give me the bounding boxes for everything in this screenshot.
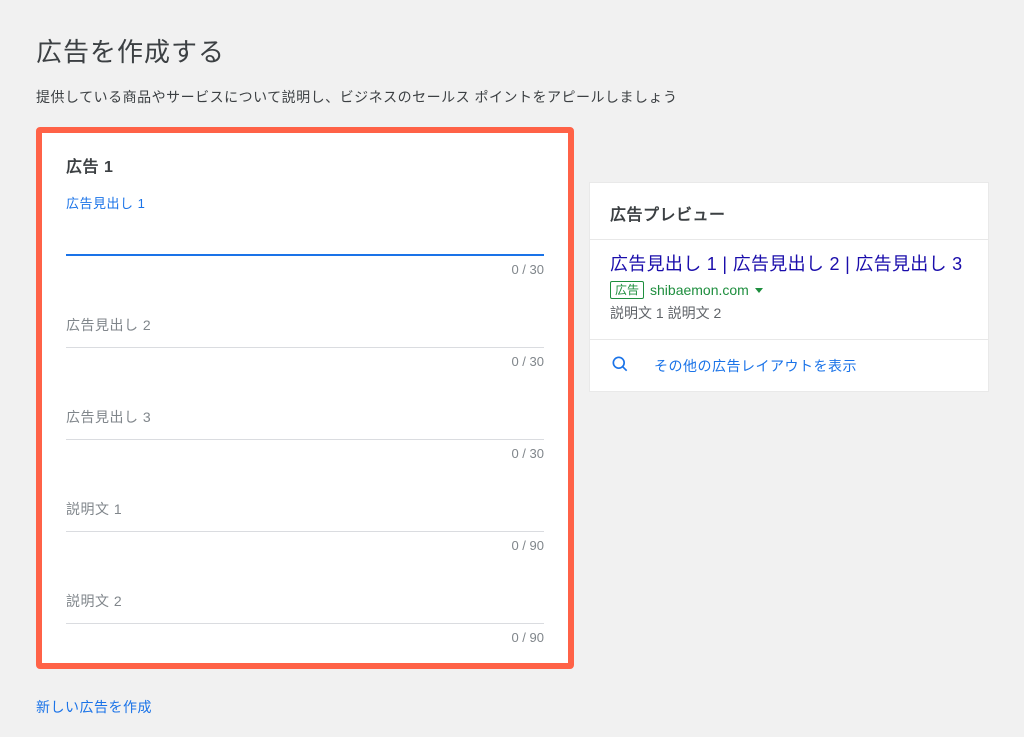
field-description-2[interactable]: 説明文 2 0 / 90: [66, 573, 544, 645]
field-headline-3[interactable]: 広告見出し 3 0 / 30: [66, 389, 544, 461]
headline-2-counter: 0 / 30: [66, 354, 544, 369]
field-headline-2[interactable]: 広告見出し 2 0 / 30: [66, 297, 544, 369]
field-headline-1[interactable]: 広告見出し 1 0 / 30: [66, 193, 544, 277]
preview-url-row: 広告 shibaemon.com: [610, 281, 968, 299]
field-description-1[interactable]: 説明文 1 0 / 90: [66, 481, 544, 553]
description-2-input[interactable]: [66, 597, 544, 624]
other-ad-layouts-link[interactable]: その他の広告レイアウトを表示: [654, 356, 857, 376]
create-new-ad-link[interactable]: 新しい広告を作成: [36, 697, 152, 717]
preview-url: shibaemon.com: [650, 282, 749, 298]
description-1-input[interactable]: [66, 505, 544, 532]
chevron-down-icon[interactable]: [755, 288, 763, 293]
headline-1-label: 広告見出し 1: [66, 193, 544, 212]
page-title: 広告を作成する: [36, 32, 988, 69]
headline-1-input[interactable]: [66, 216, 544, 256]
ad-badge: 広告: [610, 281, 644, 299]
headline-2-input[interactable]: [66, 321, 544, 348]
search-icon: [610, 354, 630, 377]
description-1-counter: 0 / 90: [66, 538, 544, 553]
headline-3-input[interactable]: [66, 413, 544, 440]
ad-preview-card: 広告プレビュー 広告見出し 1 | 広告見出し 2 | 広告見出し 3 広告 s…: [590, 183, 988, 391]
preview-headline: 広告見出し 1 | 広告見出し 2 | 広告見出し 3: [610, 252, 968, 277]
page-subtitle: 提供している商品やサービスについて説明し、ビジネスのセールス ポイントをアピール…: [36, 87, 988, 107]
preview-description: 説明文 1 説明文 2: [610, 303, 968, 323]
description-2-counter: 0 / 90: [66, 630, 544, 645]
preview-title: 広告プレビュー: [590, 183, 988, 239]
headline-1-counter: 0 / 30: [66, 262, 544, 277]
ad-card-1: 広告 1 広告見出し 1 0 / 30 広告見出し 2 0 / 30: [36, 127, 574, 669]
ad-card-title: 広告 1: [66, 153, 544, 177]
preview-footer[interactable]: その他の広告レイアウトを表示: [590, 339, 988, 391]
headline-3-counter: 0 / 30: [66, 446, 544, 461]
